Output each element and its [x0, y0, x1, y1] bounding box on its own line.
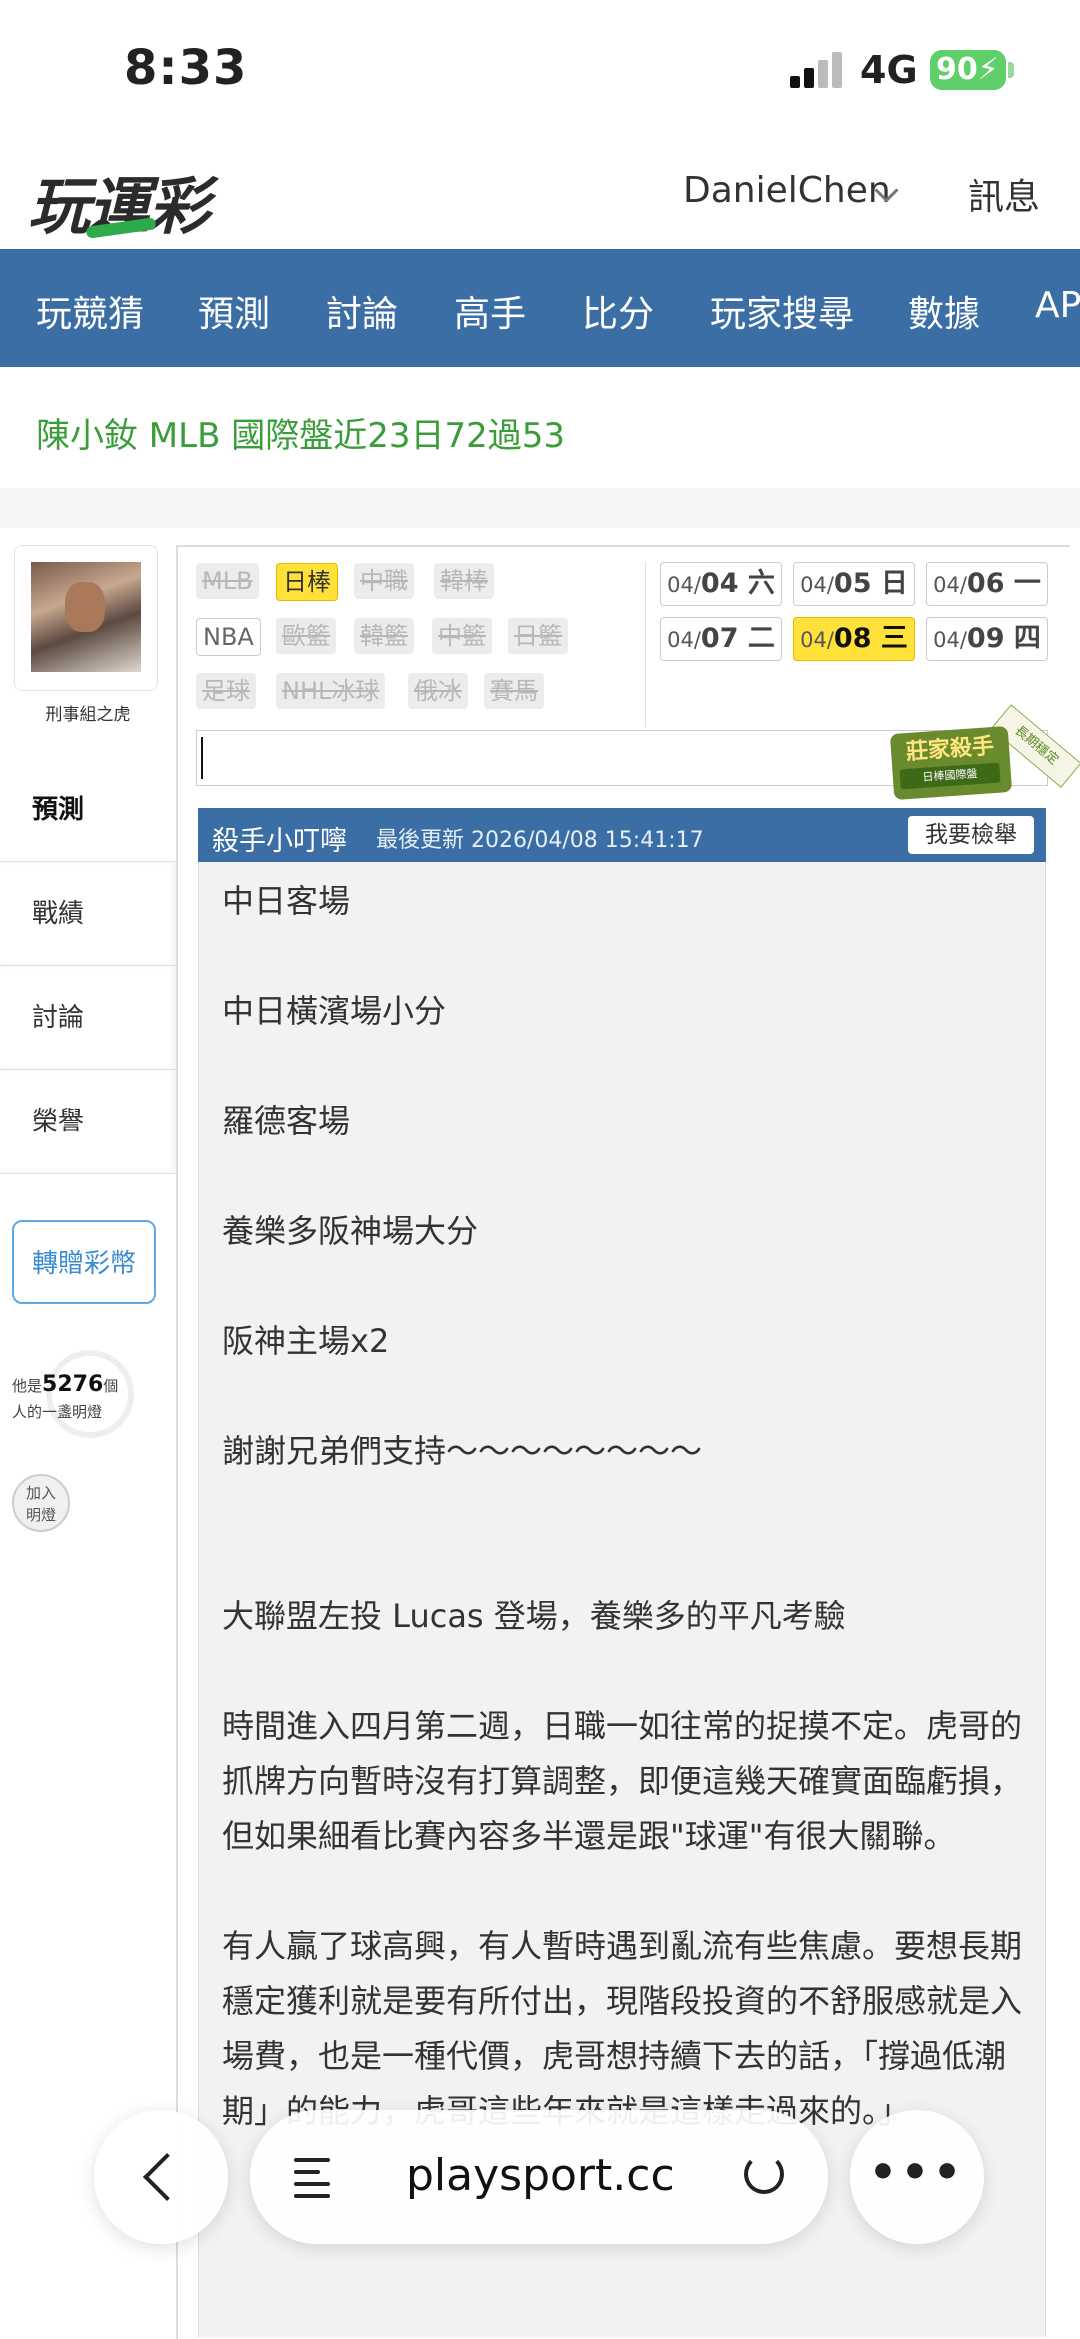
status-time: 8:33: [124, 40, 248, 96]
more-menu-button[interactable]: •••: [850, 2110, 984, 2244]
post-paragraph: 養樂多阪神場大分: [222, 1212, 479, 1250]
side-tab-predict[interactable]: 預測: [0, 758, 176, 862]
league-tab-4[interactable]: NBA: [196, 618, 261, 656]
league-tab-8[interactable]: 日籃: [508, 618, 568, 654]
lamp-number: 5276: [42, 1372, 104, 1397]
url-text[interactable]: playsport.cc: [406, 2150, 675, 2201]
date-tab-09[interactable]: 04/09 四: [926, 617, 1048, 661]
post-paragraph: 時間進入四月第二週，日職一如往常的捉摸不定。虎哥的抓牌方向暫時沒有打算調整，即便…: [222, 1707, 1023, 1855]
battery-level: 90: [936, 52, 978, 87]
league-tab-12[interactable]: 賽馬: [484, 673, 544, 709]
post-paragraph: 大聯盟左投 Lucas 登場，養樂多的平凡考驗: [222, 1597, 846, 1635]
post-paragraph: 中日客場: [222, 882, 351, 920]
join-lamp-line1: 加入: [25, 1484, 56, 1502]
news-ticker[interactable]: 陳小釹 MLB 國際盤近23日72過53: [36, 408, 565, 457]
browser-address-bar[interactable]: playsport.cc: [250, 2110, 828, 2244]
post-paragraph: 羅德客場: [222, 1102, 351, 1140]
nav-item-stats[interactable]: 數據: [908, 285, 980, 337]
post-paragraph: 謝謝兄弟們支持～～～～～～～～: [222, 1432, 703, 1470]
side-tab-honor[interactable]: 榮譽: [0, 1070, 176, 1174]
chevron-left-icon: [142, 2152, 192, 2202]
league-tab-0[interactable]: MLB: [196, 563, 259, 599]
league-tab-11[interactable]: 俄冰: [408, 673, 468, 709]
gift-coins-button[interactable]: 轉贈彩幣: [12, 1220, 156, 1304]
join-lamp-line2: 明燈: [25, 1506, 56, 1524]
report-button[interactable]: 我要檢舉: [908, 816, 1034, 854]
league-tab-10[interactable]: NHL冰球: [276, 673, 386, 709]
side-tab-record[interactable]: 戰績: [0, 862, 176, 966]
nav-item-discuss[interactable]: 討論: [326, 285, 398, 337]
post-author: 殺手小叮嚀: [212, 826, 347, 857]
league-tab-1[interactable]: 日棒: [276, 563, 338, 601]
battery-tip: [1008, 62, 1014, 78]
league-tab-6[interactable]: 韓籃: [354, 618, 414, 654]
network-type: 4G: [860, 48, 918, 92]
user-menu[interactable]: DanielChen: [683, 170, 891, 211]
section-gap: [0, 488, 1080, 528]
league-tab-9[interactable]: 足球: [196, 673, 256, 709]
nav-item-app[interactable]: AP: [1035, 285, 1080, 326]
league-tab-2[interactable]: 中職: [354, 563, 414, 599]
nav-item-scores[interactable]: 比分: [582, 285, 654, 337]
nav-item-guess[interactable]: 玩競猜: [36, 285, 144, 337]
date-tab-08[interactable]: 04/08 三: [793, 617, 915, 661]
post-text: 中日客場中日橫濱場小分 羅德客場養樂多阪神場大分 阪神主場x2 謝謝兄弟們支持～～～～…: [222, 874, 1022, 2194]
post-paragraph: 阪神主場x2: [222, 1322, 390, 1360]
lamp-suffix: 個: [103, 1377, 119, 1395]
profile-card[interactable]: [14, 545, 158, 691]
profile-name: 刑事組之虎: [45, 705, 131, 725]
lamp-line2: 人的一盞明燈: [12, 1403, 103, 1421]
tabs-icon[interactable]: [294, 2156, 334, 2198]
date-tab-07[interactable]: 04/07 二: [660, 617, 782, 661]
date-tab-06[interactable]: 04/06 一: [926, 562, 1048, 606]
date-tab-04[interactable]: 04/04 六: [660, 562, 782, 606]
league-tab-3[interactable]: 韓棒: [434, 563, 494, 599]
post-updated: 最後更新 2026/04/08 15:41:17: [376, 828, 704, 853]
avatar[interactable]: [31, 562, 141, 672]
post-header: 殺手小叮嚀 最後更新 2026/04/08 15:41:17 我要檢舉: [198, 808, 1046, 862]
league-tab-5[interactable]: 歐籃: [276, 618, 336, 654]
post-paragraph: 中日橫濱場小分: [222, 992, 447, 1030]
side-tab-discuss[interactable]: 討論: [0, 966, 176, 1070]
expert-badge: 長期穩定 莊家殺手 日棒國際盤: [889, 704, 1080, 816]
messages-link[interactable]: 訊息: [968, 168, 1040, 220]
status-bar: 8:33 4G 90⚡: [0, 0, 1080, 140]
join-lamp-button[interactable]: 加入 明燈: [12, 1474, 70, 1532]
reload-icon[interactable]: [744, 2154, 784, 2194]
nav-item-predict[interactable]: 預測: [198, 285, 270, 337]
filter-divider: [645, 562, 646, 727]
lamp-prefix: 他是: [12, 1377, 43, 1395]
site-header: 玩運彩 DanielChen 訊息: [0, 140, 1080, 248]
post-paragraph: 有人贏了球高興，有人暫時遇到亂流有些焦慮。要想長期穩定獲利就是要有所付出，現階段…: [222, 1927, 1023, 2130]
browser-back-button[interactable]: [94, 2110, 228, 2244]
league-tab-7[interactable]: 中籃: [432, 618, 492, 654]
date-tab-05[interactable]: 04/05 日: [793, 562, 915, 606]
main-nav: 玩競猜 預測 討論 高手 比分 玩家搜尋 數據 AP: [0, 249, 1080, 367]
battery-icon: 90⚡: [930, 50, 1006, 90]
side-tabs: 預測 戰績 討論 榮譽: [0, 758, 176, 1174]
nav-item-player-search[interactable]: 玩家搜尋: [710, 285, 854, 337]
nav-item-experts[interactable]: 高手: [454, 285, 526, 337]
signal-icon: [790, 52, 846, 88]
lamp-count: 他是5276個 人的一盞明燈: [12, 1372, 118, 1425]
